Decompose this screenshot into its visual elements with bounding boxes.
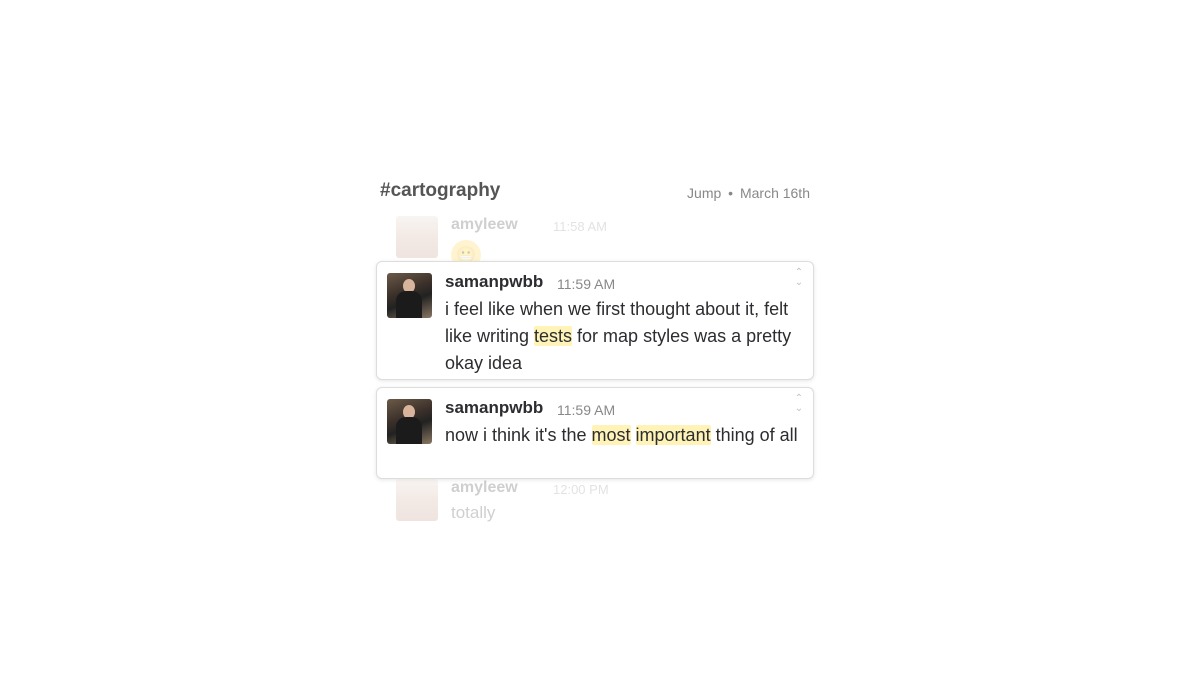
search-highlight: tests [534, 326, 573, 346]
message-time: 11:58 AM [553, 219, 607, 234]
avatar [396, 479, 438, 521]
search-highlight: most [591, 425, 631, 445]
message-time[interactable]: 11:59 AM [557, 276, 615, 292]
separator-dot: • [728, 185, 734, 201]
avatar[interactable] [387, 399, 432, 444]
expand-context-button[interactable]: ⌃ ⌄ [793, 268, 805, 288]
avatar[interactable] [387, 273, 432, 318]
message-author: amyleew [451, 216, 518, 233]
chevron-down-icon: ⌄ [794, 277, 804, 288]
message-time[interactable]: 11:59 AM [557, 402, 615, 418]
channel-name[interactable]: #cartography [380, 180, 500, 202]
message-body: totally [451, 503, 496, 522]
search-result-message[interactable]: samanpwbb 11:59 AM i feel like when we f… [376, 261, 814, 380]
message-author[interactable]: samanpwbb [445, 272, 543, 292]
message-text: i feel like when we first thought about … [445, 296, 807, 377]
message-author: amyleew [451, 479, 518, 496]
context-header: #cartography Jump • March 16th [380, 180, 810, 208]
context-message-before: amyleew 11:58 AM 😬 [396, 216, 806, 270]
search-result-message[interactable]: samanpwbb 11:59 AM now i think it's the … [376, 387, 814, 479]
expand-context-button[interactable]: ⌃ ⌄ [793, 394, 805, 414]
text-segment: now i think it's the [445, 425, 592, 445]
message-author[interactable]: samanpwbb [445, 398, 543, 418]
search-highlight: important [635, 425, 711, 445]
jump-link[interactable]: Jump [687, 185, 721, 201]
chevron-down-icon: ⌄ [794, 403, 804, 414]
text-segment: thing of all [710, 425, 798, 445]
context-message-after: amyleew 12:00 PM totally [396, 479, 806, 523]
avatar [396, 216, 438, 258]
text-segment [631, 425, 636, 445]
jump-date: Jump • March 16th [687, 185, 810, 201]
message-time: 12:00 PM [553, 482, 609, 497]
message-text: now i think it's the most important thin… [445, 422, 807, 449]
date-label: March 16th [739, 185, 810, 201]
